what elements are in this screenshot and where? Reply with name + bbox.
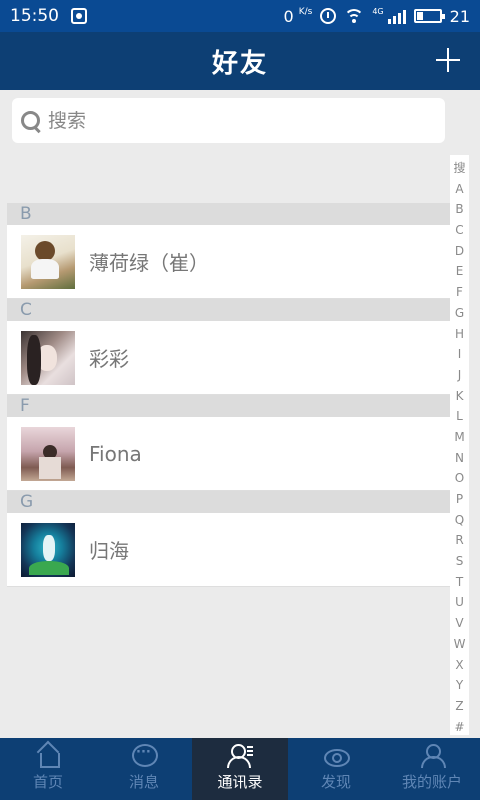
tab-discover[interactable]: 发现	[288, 738, 384, 800]
net-speed-value: 0	[283, 6, 294, 26]
tab-label: 通讯录	[217, 773, 263, 791]
index-letter[interactable]: O	[455, 468, 464, 489]
index-letter[interactable]: #	[454, 717, 464, 738]
avatar	[21, 234, 75, 289]
search-icon	[20, 110, 42, 132]
contact-row[interactable]: 归海	[7, 513, 450, 587]
tab-label: 我的账户	[401, 773, 462, 791]
bottom-tab-bar: 首页 消息 通讯录 发现 我的账户	[0, 738, 480, 800]
index-letter[interactable]: I	[458, 344, 462, 365]
contact-row[interactable]: 薄荷绿（崔）	[7, 225, 450, 299]
app-header: 好友	[0, 32, 480, 90]
contact-name: 归海	[89, 539, 129, 563]
index-letter[interactable]: F	[456, 282, 463, 303]
tab-label: 首页	[32, 773, 63, 791]
avatar	[21, 522, 75, 577]
index-letter[interactable]: N	[455, 448, 464, 469]
index-letter[interactable]: Y	[456, 675, 463, 696]
search-bar[interactable]	[12, 98, 445, 143]
page-title: 好友	[211, 48, 268, 79]
index-letter[interactable]: U	[455, 592, 464, 613]
index-letter[interactable]: C	[455, 220, 463, 241]
battery-level: 21	[449, 6, 470, 26]
add-friend-button[interactable]	[436, 48, 460, 72]
avatar	[21, 330, 75, 385]
index-letter[interactable]: 搜	[453, 158, 465, 179]
status-bar: 15:50 0 K/s 4G 21	[0, 0, 480, 32]
contact-name: Fiona	[89, 441, 142, 466]
index-letter[interactable]: Z	[455, 696, 463, 717]
tab-messages[interactable]: 消息	[96, 738, 192, 800]
index-letter[interactable]: D	[455, 241, 464, 262]
notification-icon	[71, 8, 87, 24]
search-input[interactable]	[48, 109, 428, 132]
battery-icon	[413, 9, 445, 23]
index-letter[interactable]: J	[458, 365, 462, 386]
contacts-icon	[227, 743, 253, 768]
section-header-f: F	[7, 395, 450, 417]
index-letter[interactable]: V	[455, 613, 463, 634]
status-time: 15:50	[10, 6, 59, 26]
tab-account[interactable]: 我的账户	[384, 738, 480, 800]
avatar	[21, 426, 75, 481]
index-letter[interactable]: K	[456, 386, 464, 407]
net-speed-unit: K/s	[298, 6, 313, 17]
index-letter[interactable]: P	[456, 489, 463, 510]
index-letter[interactable]: X	[455, 655, 463, 676]
message-icon	[131, 743, 158, 767]
index-letter[interactable]: G	[455, 303, 464, 324]
section-header-c: C	[7, 299, 450, 321]
contact-row[interactable]: 彩彩	[7, 321, 450, 395]
net-speed: 0 K/s	[283, 7, 312, 26]
index-letter[interactable]: H	[455, 324, 464, 345]
alphabet-index[interactable]: 搜 A B C D E F G H I J K L M N O P Q R S T U V W X Y Z #	[450, 155, 469, 735]
index-letter[interactable]: W	[454, 634, 466, 655]
status-right: 0 K/s 4G 21	[283, 7, 470, 26]
network-type: 4G	[372, 6, 384, 16]
contact-name: 彩彩	[89, 347, 129, 371]
home-icon	[35, 743, 61, 768]
tab-label: 消息	[128, 773, 159, 791]
tab-contacts[interactable]: 通讯录	[192, 738, 288, 800]
contacts-list: B 薄荷绿（崔） C 彩彩 F Fiona G 归海	[7, 203, 450, 587]
section-header-g: G	[7, 491, 450, 513]
index-letter[interactable]: A	[455, 179, 463, 200]
index-letter[interactable]: R	[455, 530, 463, 551]
index-letter[interactable]: M	[454, 427, 464, 448]
index-letter[interactable]: B	[455, 199, 463, 220]
discover-icon	[323, 743, 350, 767]
contact-row[interactable]: Fiona	[7, 417, 450, 491]
index-letter[interactable]: L	[456, 406, 463, 427]
signal-icon	[387, 8, 406, 24]
contact-name: 薄荷绿（崔）	[89, 251, 209, 275]
index-letter[interactable]: T	[456, 572, 463, 593]
alarm-icon	[320, 8, 337, 24]
wifi-icon	[344, 8, 365, 24]
tab-home[interactable]: 首页	[0, 738, 96, 800]
account-icon	[419, 743, 446, 768]
index-letter[interactable]: S	[456, 551, 464, 572]
section-header-b: B	[7, 203, 450, 225]
tab-label: 发现	[320, 773, 351, 791]
index-letter[interactable]: E	[456, 261, 464, 282]
index-letter[interactable]: Q	[455, 510, 464, 531]
